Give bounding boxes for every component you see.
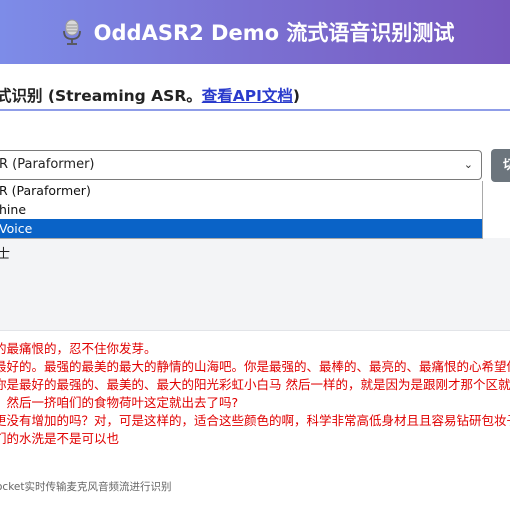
api-docs-link[interactable]: 查看API文档: [202, 87, 293, 105]
dropdown-option-voice[interactable]: Voice: [0, 219, 482, 238]
result-line: 的最痛恨的，忍不住你发芽。: [0, 341, 157, 356]
microphone-icon: [62, 19, 81, 45]
switch-model-button[interactable]: 切: [491, 149, 510, 182]
partial-result-panel: [0, 238, 510, 331]
section-heading-text: 式识别 (Streaming ASR。: [0, 87, 202, 105]
result-line: 你是最好的最强的、最美的、最大的阳光彩虹小白马 然后一样的，就是因为是跟刚才那个…: [0, 377, 510, 392]
chevron-down-icon: ⌄: [463, 158, 473, 171]
result-line: 最好的。最强的最美的最大的静情的山海吧。你是最强的、最棒的、最亮的、最痛恨的心希…: [0, 359, 510, 374]
section-heading-suffix: ): [292, 87, 300, 105]
page-title: OddASR2 Demo 流式语音识别测试: [93, 21, 455, 45]
section-heading: 式识别 (Streaming ASR。查看API文档): [0, 84, 300, 106]
app-header: OddASR2 Demo 流式语音识别测试: [0, 0, 510, 64]
final-result-list: 的最痛恨的，忍不住你发芽。 最好的。最强的最美的最大的静情的山海吧。你是最强的、…: [0, 340, 510, 448]
dropdown-option-machine[interactable]: hine: [0, 200, 482, 219]
model-dropdown-list: R (Paraformer) hine Voice: [0, 181, 483, 239]
section-divider: [0, 109, 510, 111]
result-line: 们的水洗是不是可以也: [0, 431, 120, 446]
footer-note: ocket实时传输麦克风音频流进行识别: [0, 481, 172, 493]
partial-result-label: 士: [0, 247, 11, 262]
result-line: 更没有增加的吗？对，可是这样的，适合这些颜色的啊，科学非常高低身材且且容易钻研包…: [0, 413, 510, 428]
model-select-value: R (Paraformer): [0, 157, 95, 172]
result-line: 。然后一挤咱们的食物荷叶这定就出去了吗?: [0, 395, 239, 410]
dropdown-option-paraformer[interactable]: R (Paraformer): [0, 181, 482, 200]
header-content: OddASR2 Demo 流式语音识别测试: [62, 17, 455, 47]
model-select[interactable]: R (Paraformer) ⌄: [0, 150, 482, 180]
